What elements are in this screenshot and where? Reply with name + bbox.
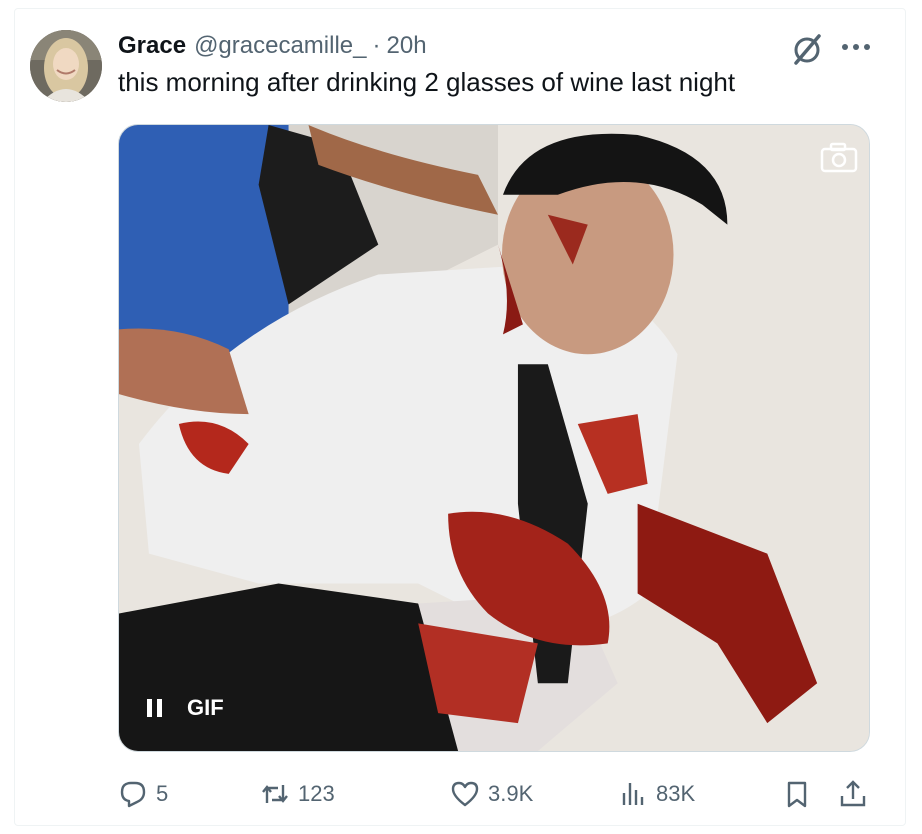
author-handle[interactable]: @gracecamille_ xyxy=(194,32,366,60)
bookmark-icon xyxy=(787,781,807,808)
retweet-button[interactable]: 123 xyxy=(260,776,335,812)
heart-icon xyxy=(451,781,479,807)
gif-frame-image xyxy=(119,125,869,751)
timestamp[interactable]: 20h xyxy=(387,32,427,60)
bookmark-button[interactable] xyxy=(782,776,812,812)
retweet-icon xyxy=(262,785,288,803)
avatar[interactable] xyxy=(30,30,102,102)
retweet-count: 123 xyxy=(298,781,335,806)
author-name[interactable]: Grace xyxy=(118,32,186,60)
separator-dot: · xyxy=(372,32,381,59)
grok-icon[interactable] xyxy=(788,30,826,68)
camera-icon[interactable] xyxy=(819,141,859,175)
reply-icon xyxy=(120,781,146,808)
view-count: 83K xyxy=(656,781,696,806)
tweet-text: this morning after drinking 2 glasses of… xyxy=(118,67,736,97)
like-count: 3.9K xyxy=(488,781,534,806)
gif-control[interactable]: GIF xyxy=(145,695,224,721)
like-button[interactable]: 3.9K xyxy=(450,776,533,812)
avatar-image xyxy=(30,30,102,102)
more-options-icon[interactable] xyxy=(836,30,876,64)
share-icon xyxy=(840,780,866,807)
analytics-icon xyxy=(622,783,644,805)
pause-icon[interactable] xyxy=(145,697,165,719)
tweet-header: Grace @gracecamille_ · 20h xyxy=(118,28,427,64)
share-button[interactable] xyxy=(838,776,868,812)
reply-button[interactable]: 5 xyxy=(118,776,168,812)
reply-count: 5 xyxy=(156,781,169,806)
gif-label: GIF xyxy=(187,695,224,720)
action-bar: 5 123 3.9K 83K xyxy=(118,776,878,812)
media-gif[interactable]: GIF xyxy=(118,124,870,752)
views-button[interactable]: 83K xyxy=(618,776,695,812)
